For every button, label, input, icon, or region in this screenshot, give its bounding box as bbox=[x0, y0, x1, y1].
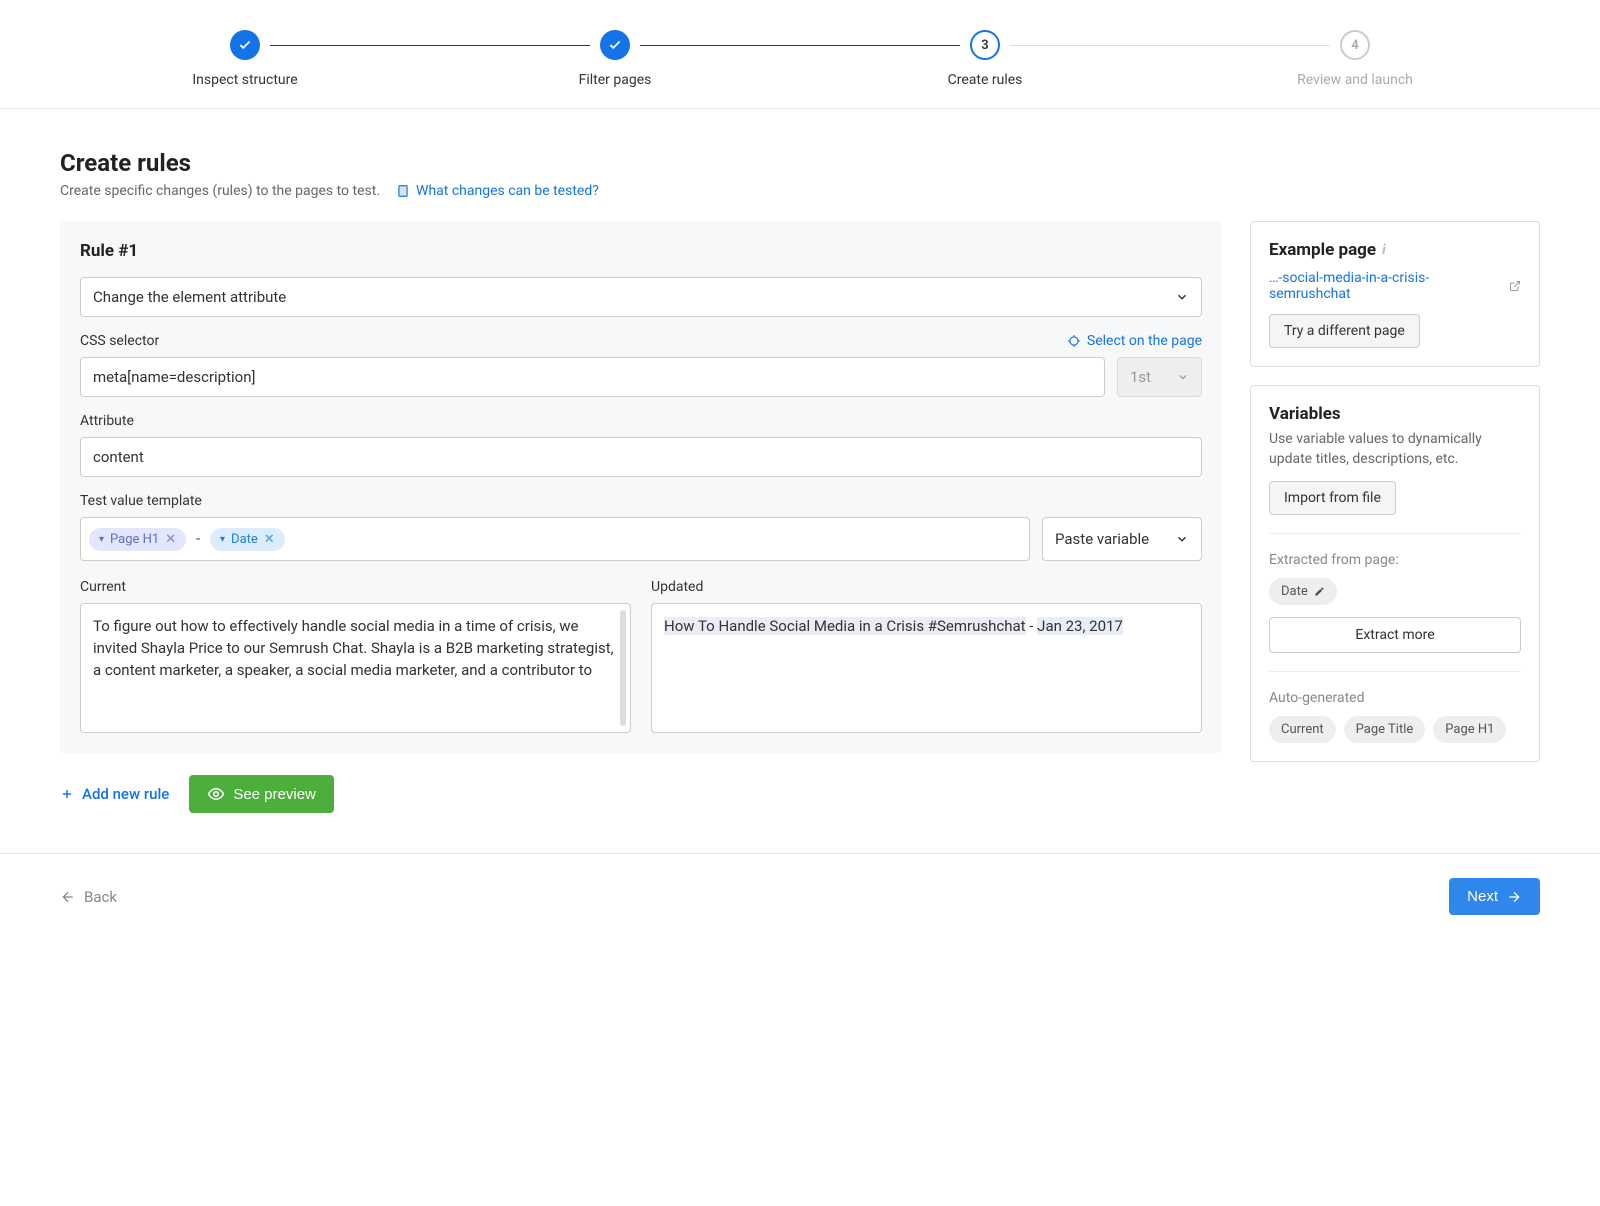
current-value: To figure out how to effectively handle … bbox=[80, 603, 631, 733]
example-page-panel: Example page i …-social-media-in-a-crisi… bbox=[1250, 221, 1540, 367]
step-label: Inspect structure bbox=[192, 72, 297, 88]
next-button[interactable]: Next bbox=[1449, 878, 1540, 915]
step-number: 4 bbox=[1340, 30, 1370, 60]
eye-icon bbox=[207, 785, 225, 803]
arrow-right-icon bbox=[1506, 889, 1522, 905]
import-from-file-button[interactable]: Import from file bbox=[1269, 481, 1396, 515]
see-preview-button[interactable]: See preview bbox=[189, 775, 334, 813]
occurrence-select[interactable]: 1st bbox=[1117, 357, 1202, 397]
step-filter[interactable]: Filter pages bbox=[430, 30, 800, 88]
step-label: Review and launch bbox=[1297, 72, 1413, 88]
example-title: Example page bbox=[1269, 240, 1376, 260]
updated-value: How To Handle Social Media in a Crisis #… bbox=[651, 603, 1202, 733]
updated-label: Updated bbox=[651, 579, 1202, 595]
step-review: 4 Review and launch bbox=[1170, 30, 1540, 88]
step-label: Create rules bbox=[948, 72, 1023, 88]
auto-label: Auto-generated bbox=[1269, 690, 1521, 706]
chevron-down-icon: ▾ bbox=[220, 534, 225, 545]
css-label: CSS selector bbox=[80, 333, 159, 349]
variables-desc: Use variable values to dynamically updat… bbox=[1269, 430, 1521, 469]
attribute-label: Attribute bbox=[80, 413, 134, 429]
page-title: Create rules bbox=[60, 149, 1540, 177]
info-icon[interactable]: i bbox=[1382, 242, 1386, 258]
pencil-icon[interactable] bbox=[1314, 586, 1325, 597]
template-dash: - bbox=[196, 531, 200, 547]
check-icon bbox=[230, 30, 260, 60]
book-icon bbox=[396, 184, 410, 198]
rule-title: Rule #1 bbox=[80, 241, 1202, 261]
auto-chip-page-title[interactable]: Page Title bbox=[1344, 716, 1426, 743]
target-icon bbox=[1067, 334, 1081, 348]
current-label: Current bbox=[80, 579, 631, 595]
help-link[interactable]: What changes can be tested? bbox=[396, 183, 599, 199]
css-selector-input[interactable]: meta[name=description] bbox=[80, 357, 1105, 397]
remove-tag-icon[interactable]: ✕ bbox=[264, 532, 275, 547]
select-on-page-text: Select on the page bbox=[1087, 333, 1202, 349]
chevron-down-icon: ▾ bbox=[99, 534, 104, 545]
select-on-page-link[interactable]: Select on the page bbox=[1067, 333, 1202, 349]
extracted-chip-date[interactable]: Date bbox=[1269, 578, 1337, 605]
help-link-text: What changes can be tested? bbox=[416, 183, 599, 199]
template-label: Test value template bbox=[80, 493, 202, 509]
step-create[interactable]: 3 Create rules bbox=[800, 30, 1170, 88]
step-inspect[interactable]: Inspect structure bbox=[60, 30, 430, 88]
back-button[interactable]: Back bbox=[60, 888, 117, 906]
example-page-link[interactable]: …-social-media-in-a-crisis-semrushchat bbox=[1269, 270, 1521, 302]
arrow-left-icon bbox=[60, 889, 76, 905]
chevron-down-icon bbox=[1177, 371, 1189, 383]
rule-panel: Rule #1 Change the element attribute CSS… bbox=[60, 221, 1222, 753]
attribute-input[interactable]: content bbox=[80, 437, 1202, 477]
action-select-value: Change the element attribute bbox=[93, 288, 286, 306]
action-select[interactable]: Change the element attribute bbox=[80, 277, 1202, 317]
extract-more-button[interactable]: Extract more bbox=[1269, 617, 1521, 653]
chevron-down-icon bbox=[1175, 290, 1189, 304]
stepper: Inspect structure Filter pages 3 Create … bbox=[0, 0, 1600, 109]
paste-variable-select[interactable]: Paste variable bbox=[1042, 517, 1202, 561]
auto-chip-page-h1[interactable]: Page H1 bbox=[1433, 716, 1506, 743]
page-subtitle: Create specific changes (rules) to the p… bbox=[60, 183, 380, 199]
step-number: 3 bbox=[970, 30, 1000, 60]
external-link-icon bbox=[1509, 280, 1521, 292]
try-different-page-button[interactable]: Try a different page bbox=[1269, 314, 1420, 348]
plus-icon bbox=[60, 787, 74, 801]
remove-tag-icon[interactable]: ✕ bbox=[165, 532, 176, 547]
variable-tag-date[interactable]: ▾ Date ✕ bbox=[210, 528, 285, 551]
auto-chip-current[interactable]: Current bbox=[1269, 716, 1336, 743]
add-rule-button[interactable]: Add new rule bbox=[60, 785, 169, 803]
variables-panel: Variables Use variable values to dynamic… bbox=[1250, 385, 1540, 762]
chevron-down-icon bbox=[1175, 532, 1189, 546]
variables-title: Variables bbox=[1269, 404, 1521, 424]
variable-tag-page-h1[interactable]: ▾ Page H1 ✕ bbox=[89, 528, 186, 551]
check-icon bbox=[600, 30, 630, 60]
extracted-label: Extracted from page: bbox=[1269, 552, 1521, 568]
template-input[interactable]: ▾ Page H1 ✕ - ▾ Date ✕ bbox=[80, 517, 1030, 561]
step-label: Filter pages bbox=[579, 72, 652, 88]
